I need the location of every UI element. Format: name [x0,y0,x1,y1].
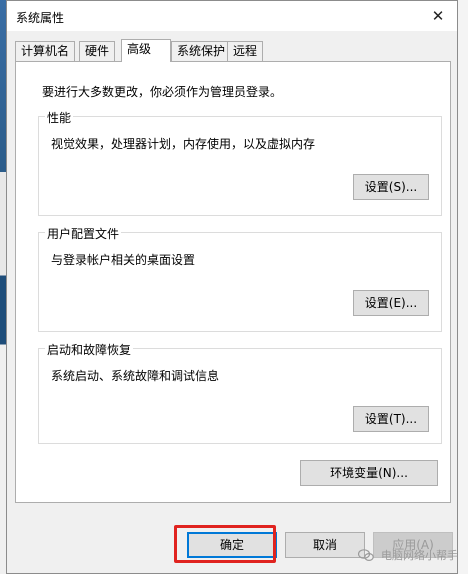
startup-recovery-title: 启动和故障恢复 [45,341,134,358]
advanced-tab-panel: 要进行大多数更改，你必须作为管理员登录。 性能 视觉效果，处理器计划，内存使用，… [15,61,451,503]
tab-strip: 计算机名 硬件 高级 系统保护 远程 [15,39,455,62]
cancel-button[interactable]: 取消 [285,532,365,558]
startup-recovery-description: 系统启动、系统故障和调试信息 [51,369,220,383]
startup-recovery-settings-button[interactable]: 设置(T)... [353,406,429,432]
user-profiles-group: 用户配置文件 与登录帐户相关的桌面设置 设置(E)... [38,225,442,332]
close-button[interactable]: ✕ [427,5,449,27]
tab-remote[interactable]: 远程 [227,41,264,61]
tab-computer-name[interactable]: 计算机名 [15,41,76,61]
user-profiles-title: 用户配置文件 [45,225,122,242]
tab-advanced[interactable]: 高级 [121,39,171,62]
system-properties-dialog: 系统属性 ✕ 计算机名 硬件 高级 系统保护 远程 要进行大多数更改，你必须作为… [6,0,458,574]
performance-title: 性能 [45,109,74,126]
tab-system-protection[interactable]: 系统保护 [171,41,232,61]
watermark-text: 电脑网络小帮手 [381,549,458,562]
performance-settings-button[interactable]: 设置(S)... [353,174,429,200]
window-title: 系统属性 [16,11,65,25]
admin-notice: 要进行大多数更改，你必须作为管理员登录。 [42,85,283,99]
close-icon: ✕ [431,7,445,25]
user-profiles-description: 与登录帐户相关的桌面设置 [51,253,196,267]
environment-variables-button[interactable]: 环境变量(N)... [300,460,438,486]
performance-description: 视觉效果，处理器计划，内存使用，以及虚拟内存 [51,137,316,151]
tab-hardware[interactable]: 硬件 [79,41,116,61]
performance-group: 性能 视觉效果，处理器计划，内存使用，以及虚拟内存 设置(S)... [38,109,442,216]
ok-button[interactable]: 确定 [187,532,277,558]
title-bar: 系统属性 ✕ [7,1,457,31]
wechat-icon [357,549,374,561]
startup-recovery-group: 启动和故障恢复 系统启动、系统故障和调试信息 设置(T)... [38,341,442,444]
watermark: 电脑网络小帮手 [357,547,458,563]
user-profiles-settings-button[interactable]: 设置(E)... [353,290,429,316]
